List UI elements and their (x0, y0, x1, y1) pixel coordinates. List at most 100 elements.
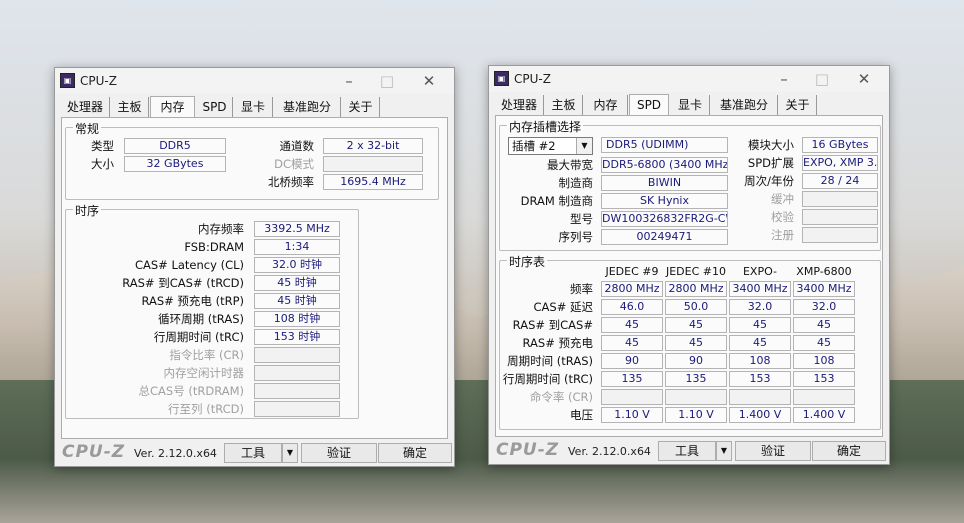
spd-info-label: 校验 (771, 210, 794, 224)
timing-cell: 45 (601, 335, 663, 351)
tab-memory[interactable]: 内存 (584, 95, 628, 115)
spd-field-label: 序列号 (558, 230, 594, 244)
slot-select[interactable]: 插槽 #2 ▼ (508, 137, 593, 155)
spd-field-label: 型号 (570, 212, 593, 226)
tab-about[interactable]: 关于 (779, 95, 817, 115)
timing-cell: 3400 MHz (793, 281, 855, 297)
bottom-bar: CPU-Z Ver. 2.12.0.x64 工具 ▼ 验证 确定 (55, 440, 454, 466)
version-text: Ver. 2.12.0.x64 (134, 447, 217, 460)
validate-button[interactable]: 验证 (735, 441, 811, 461)
tab-cpu[interactable]: 处理器 (495, 95, 544, 115)
timing-cell: 45 (665, 335, 727, 351)
timing-cell: 45 (793, 335, 855, 351)
chevron-down-icon[interactable]: ▼ (576, 138, 592, 154)
timing-cell: 45 (729, 335, 791, 351)
timing-row-label: 频率 (570, 282, 593, 296)
spd-info-value: 28 / 24 (802, 173, 878, 189)
dc-mode-value (323, 156, 423, 172)
timing-value: 1:34 (254, 239, 340, 255)
close-button[interactable]: ✕ (845, 68, 883, 90)
tab-mainboard[interactable]: 主板 (111, 97, 149, 117)
timing-cell: 45 (729, 317, 791, 333)
timing-cell: 2800 MHz (601, 281, 663, 297)
tab-bar: 处理器 主板 内存 SPD 显卡 基准跑分 关于 (61, 96, 448, 118)
spd-panel: 内存插槽选择 插槽 #2 ▼ DDR5 (UDIMM) 最大带宽 DDR5-680… (495, 115, 883, 437)
timing-cell: 3400 MHz (729, 281, 791, 297)
window-title: CPU-Z (80, 74, 117, 88)
timing-value (254, 401, 340, 417)
timing-cell: 45 (793, 317, 855, 333)
size-value: 32 GBytes (124, 156, 226, 172)
spd-info-label: SPD扩展 (747, 156, 794, 170)
tab-graphics[interactable]: 显卡 (671, 95, 710, 115)
tools-button[interactable]: 工具 (658, 441, 716, 461)
timing-label: 行周期时间 (tRC) (153, 330, 244, 344)
timing-column-header: JEDEC #10 (665, 265, 726, 278)
timing-cell: 32.0 (793, 299, 855, 315)
spd-info-value (802, 209, 878, 225)
timings-group: 时序 内存频率 3392.5 MHz FSB:DRAM 1:34 CAS# Latenc… (65, 202, 359, 419)
maximize-button[interactable]: □ (803, 68, 841, 90)
timing-row-label: 周期时间 (tRAS) (507, 354, 593, 368)
timing-value (254, 365, 340, 381)
tab-about[interactable]: 关于 (342, 97, 380, 117)
timing-row-label: 电压 (570, 408, 593, 422)
maximize-button[interactable]: □ (368, 70, 406, 92)
minimize-button[interactable]: – (330, 70, 368, 92)
timing-cell: 108 (729, 353, 791, 369)
timing-cell: 153 (729, 371, 791, 387)
tab-bench[interactable]: 基准跑分 (274, 97, 341, 117)
spd-field-value: DW100326832FR2G-CW00 (601, 211, 728, 227)
cpuz-logo: CPU-Z (496, 440, 560, 460)
spd-field-value: DDR5-6800 (3400 MHz) (601, 157, 728, 173)
timing-row-label: 行周期时间 (tRC) (502, 372, 593, 386)
minimize-button[interactable]: – (765, 68, 803, 90)
validate-button[interactable]: 验证 (301, 443, 377, 463)
spd-info-value (802, 227, 878, 243)
spd-info-label: 缓冲 (771, 192, 794, 206)
cpuz-logo: CPU-Z (62, 442, 126, 462)
timing-table-group: 时序表 JEDEC #9JEDEC #10EXPO-6800XMP-6800 频… (499, 253, 881, 430)
timing-label: CAS# Latency (CL) (134, 258, 244, 272)
timing-table-title: 时序表 (507, 253, 548, 270)
tab-spd[interactable]: SPD (197, 97, 233, 117)
timing-label: 内存频率 (198, 222, 244, 236)
cpuz-window-memory: ▣ CPU-Z – □ ✕ 处理器 主板 内存 SPD 显卡 基准跑分 关于 常… (54, 67, 455, 467)
tools-dropdown-arrow-icon[interactable]: ▼ (282, 443, 298, 463)
cpu-z-app-icon: ▣ (60, 73, 75, 88)
timing-row-label: RAS# 到CAS# (512, 318, 593, 332)
spd-field-label: 制造商 (558, 176, 594, 190)
tab-bench[interactable]: 基准跑分 (711, 95, 778, 115)
timing-row-label: RAS# 预充电 (522, 336, 593, 350)
timing-cell: 108 (793, 353, 855, 369)
ok-button[interactable]: 确定 (812, 441, 886, 461)
timing-label: RAS# 预充电 (tRP) (141, 294, 244, 308)
spd-info-value: EXPO, XMP 3.0 (802, 155, 878, 171)
timing-cell: 1.400 V (793, 407, 855, 423)
channels-label: 通道数 (279, 139, 315, 153)
tab-mainboard[interactable]: 主板 (545, 95, 583, 115)
tools-button[interactable]: 工具 (224, 443, 282, 463)
nb-frequency-value: 1695.4 MHz (323, 174, 423, 190)
title-bar[interactable]: ▣ CPU-Z – □ ✕ (489, 66, 889, 92)
tab-memory[interactable]: 内存 (150, 96, 195, 118)
close-button[interactable]: ✕ (410, 70, 448, 92)
timing-cell: 45 (601, 317, 663, 333)
timing-cell (665, 389, 727, 405)
timing-value: 108 时钟 (254, 311, 340, 327)
ok-button[interactable]: 确定 (378, 443, 452, 463)
spd-field-label: DRAM 制造商 (520, 194, 593, 208)
spd-field-value: SK Hynix (601, 193, 728, 209)
timing-cell (729, 389, 791, 405)
timing-value: 45 时钟 (254, 275, 340, 291)
tab-cpu[interactable]: 处理器 (61, 97, 110, 117)
general-group-title: 常规 (73, 120, 102, 137)
timing-cell: 135 (665, 371, 727, 387)
version-text: Ver. 2.12.0.x64 (568, 445, 651, 458)
title-bar[interactable]: ▣ CPU-Z – □ ✕ (55, 68, 454, 94)
tools-dropdown-arrow-icon[interactable]: ▼ (716, 441, 732, 461)
tab-spd[interactable]: SPD (629, 94, 669, 116)
timing-cell: 1.10 V (665, 407, 727, 423)
spd-field-value: BIWIN (601, 175, 728, 191)
tab-graphics[interactable]: 显卡 (234, 97, 273, 117)
